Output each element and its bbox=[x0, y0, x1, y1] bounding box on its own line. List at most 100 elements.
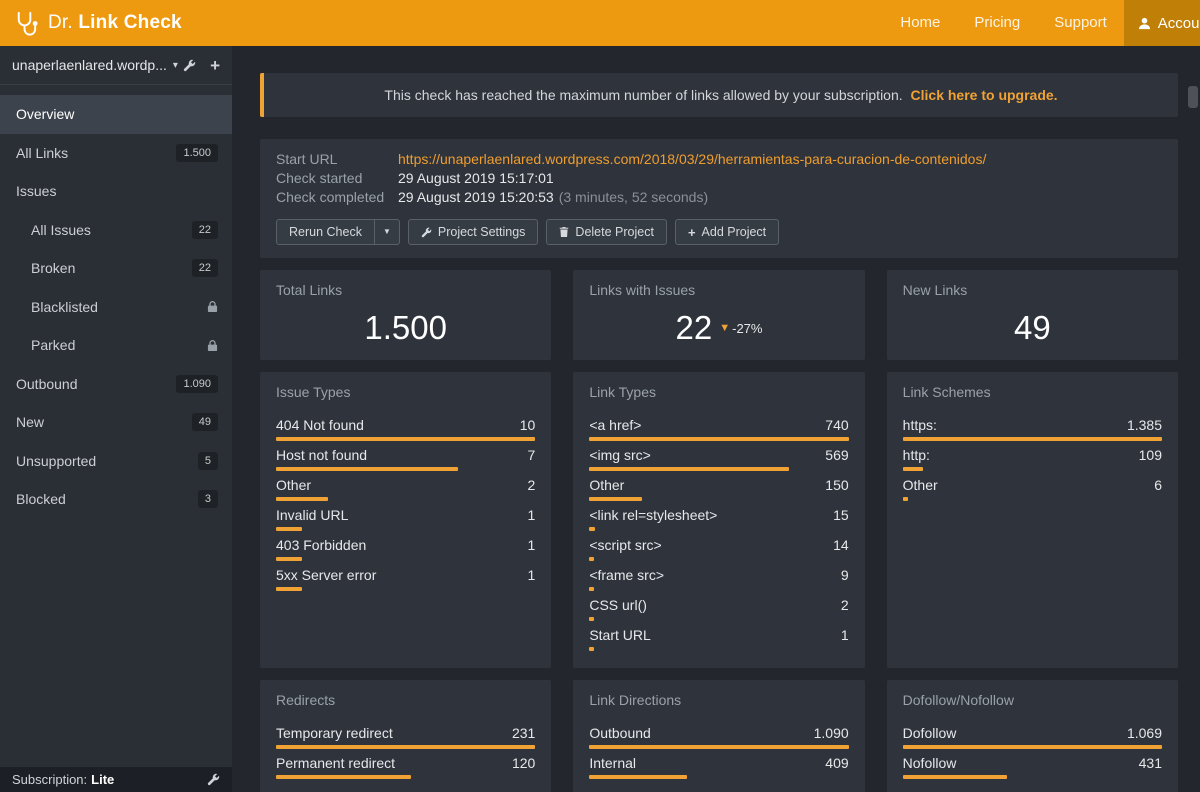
sidebar-item[interactable]: Blacklisted bbox=[0, 288, 232, 327]
metric-value: 569 bbox=[825, 446, 848, 465]
metric[interactable]: Other 2 bbox=[276, 476, 535, 501]
metric-label: Temporary redirect bbox=[276, 724, 393, 743]
project-name: unaperlaenlared.wordp... bbox=[12, 57, 167, 73]
chevron-down-icon: ▼ bbox=[383, 225, 391, 239]
metric[interactable]: Other 6 bbox=[903, 476, 1162, 501]
metric[interactable]: <frame src> 9 bbox=[589, 566, 848, 591]
top-nav-item[interactable]: Support bbox=[1037, 0, 1124, 46]
metric-label: http: bbox=[903, 446, 930, 465]
metric-value: 120 bbox=[512, 754, 535, 773]
metric[interactable]: Invalid URL 1 bbox=[276, 506, 535, 531]
info-row-value[interactable]: https://unaperlaenlared.wordpress.com/20… bbox=[398, 150, 986, 169]
stethoscope-logo-icon bbox=[12, 10, 39, 37]
metric-label: Other bbox=[276, 476, 311, 495]
metric-value: 1 bbox=[528, 506, 536, 525]
metric-label: Other bbox=[589, 476, 624, 495]
sidebar-item[interactable]: Parked bbox=[0, 326, 232, 365]
metric-bar bbox=[276, 497, 535, 501]
sidebar-item-label: Blacklisted bbox=[31, 299, 98, 315]
metric[interactable]: <link rel=stylesheet> 15 bbox=[589, 506, 848, 531]
metric-value: 9 bbox=[841, 566, 849, 585]
upgrade-link[interactable]: Click here to upgrade. bbox=[911, 87, 1058, 103]
metric[interactable]: Start URL 1 bbox=[589, 626, 848, 651]
stat-value: 22 bbox=[676, 308, 713, 348]
project-settings-icon[interactable] bbox=[183, 59, 196, 72]
metric-bar-fill bbox=[276, 587, 302, 591]
metric[interactable]: Outbound 1.090 bbox=[589, 724, 848, 749]
sidebar-item[interactable]: Unsupported 5 bbox=[0, 442, 232, 481]
metric-label: <a href> bbox=[589, 416, 641, 435]
metric-value: 1 bbox=[841, 626, 849, 645]
logo[interactable]: Dr. Link Check bbox=[0, 10, 194, 37]
metric-value: 7 bbox=[528, 446, 536, 465]
metric-bar bbox=[589, 527, 848, 531]
metric-bar-fill bbox=[903, 467, 923, 471]
person-icon bbox=[1138, 17, 1151, 30]
panel-title: Redirects bbox=[276, 692, 535, 708]
metric[interactable]: 404 Not found 10 bbox=[276, 416, 535, 441]
metric-bar bbox=[589, 467, 848, 471]
sidebar-item[interactable]: Outbound 1.090 bbox=[0, 365, 232, 404]
panel-issue-types: Issue Types 404 Not found 10 Host not fo… bbox=[260, 372, 551, 668]
metric-label: 403 Forbidden bbox=[276, 536, 366, 555]
sidebar-item-label: Broken bbox=[31, 260, 75, 276]
metric-label: <link rel=stylesheet> bbox=[589, 506, 717, 525]
metric[interactable]: <a href> 740 bbox=[589, 416, 848, 441]
delete-project-button[interactable]: Delete Project bbox=[546, 219, 667, 245]
sidebar-item[interactable]: Overview bbox=[0, 95, 232, 134]
top-nav-item[interactable]: Home bbox=[883, 0, 957, 46]
metric-bar bbox=[589, 617, 848, 621]
metric[interactable]: Host not found 7 bbox=[276, 446, 535, 471]
metric-bar-fill bbox=[589, 587, 594, 591]
metric[interactable]: CSS url() 2 bbox=[589, 596, 848, 621]
sidebar-item[interactable]: Blocked 3 bbox=[0, 480, 232, 519]
subscription-settings-icon[interactable] bbox=[207, 773, 220, 786]
metric[interactable]: Other 150 bbox=[589, 476, 848, 501]
lock-icon bbox=[207, 339, 218, 352]
metric-bar bbox=[276, 745, 535, 749]
metric-bar-fill bbox=[276, 527, 302, 531]
metric-label: <img src> bbox=[589, 446, 650, 465]
project-selector[interactable]: unaperlaenlared.wordp... ▾ bbox=[12, 57, 178, 73]
metric[interactable]: <img src> 569 bbox=[589, 446, 848, 471]
scrollbar-thumb[interactable] bbox=[1188, 86, 1198, 108]
sidebar-item-label: Overview bbox=[16, 106, 74, 122]
metric[interactable]: Nofollow 431 bbox=[903, 754, 1162, 779]
metric-value: 231 bbox=[512, 724, 535, 743]
metric[interactable]: Permanent redirect 120 bbox=[276, 754, 535, 779]
metric[interactable]: http: 109 bbox=[903, 446, 1162, 471]
sidebar-item-label: Parked bbox=[31, 337, 75, 353]
add-project-icon[interactable]: + bbox=[210, 57, 220, 74]
metric[interactable]: <script src> 14 bbox=[589, 536, 848, 561]
sidebar-item[interactable]: Broken 22 bbox=[0, 249, 232, 288]
rerun-check-button[interactable]: Rerun Check bbox=[276, 219, 375, 245]
stats-row: Total Links 1.500 Links with Issues 22 ▼… bbox=[260, 270, 1178, 360]
metric[interactable]: https: 1.385 bbox=[903, 416, 1162, 441]
add-project-button[interactable]: + Add Project bbox=[675, 219, 779, 245]
account-button[interactable]: Account bbox=[1124, 0, 1200, 46]
metric-bar-fill bbox=[903, 497, 908, 501]
metric[interactable]: 5xx Server error 1 bbox=[276, 566, 535, 591]
metric-label: Start URL bbox=[589, 626, 650, 645]
metric-bar-fill bbox=[276, 467, 458, 471]
sidebar-item[interactable]: All Links 1.500 bbox=[0, 134, 232, 173]
metric-bar bbox=[589, 437, 848, 441]
metric-bar-fill bbox=[276, 775, 411, 779]
metric[interactable]: 403 Forbidden 1 bbox=[276, 536, 535, 561]
rerun-check-dropdown[interactable]: ▼ bbox=[375, 219, 400, 245]
panel-redirects: Redirects Temporary redirect 231 Permane… bbox=[260, 680, 551, 792]
panels-row-2: Redirects Temporary redirect 231 Permane… bbox=[260, 680, 1178, 792]
metric[interactable]: Dofollow 1.069 bbox=[903, 724, 1162, 749]
project-settings-button[interactable]: Project Settings bbox=[408, 219, 539, 245]
metric-bar bbox=[276, 557, 535, 561]
sidebar-item[interactable]: All Issues 22 bbox=[0, 211, 232, 250]
metric-bar bbox=[903, 745, 1162, 749]
top-nav-item[interactable]: Pricing bbox=[957, 0, 1037, 46]
metric[interactable]: Internal 409 bbox=[589, 754, 848, 779]
sidebar-item[interactable]: Issues bbox=[0, 172, 232, 211]
scrollbar[interactable] bbox=[1186, 46, 1200, 792]
sidebar-item[interactable]: New 49 bbox=[0, 403, 232, 442]
metric[interactable]: Temporary redirect 231 bbox=[276, 724, 535, 749]
sidebar-item-badge: 1.090 bbox=[176, 375, 218, 393]
down-triangle-icon: ▼ bbox=[719, 322, 730, 334]
